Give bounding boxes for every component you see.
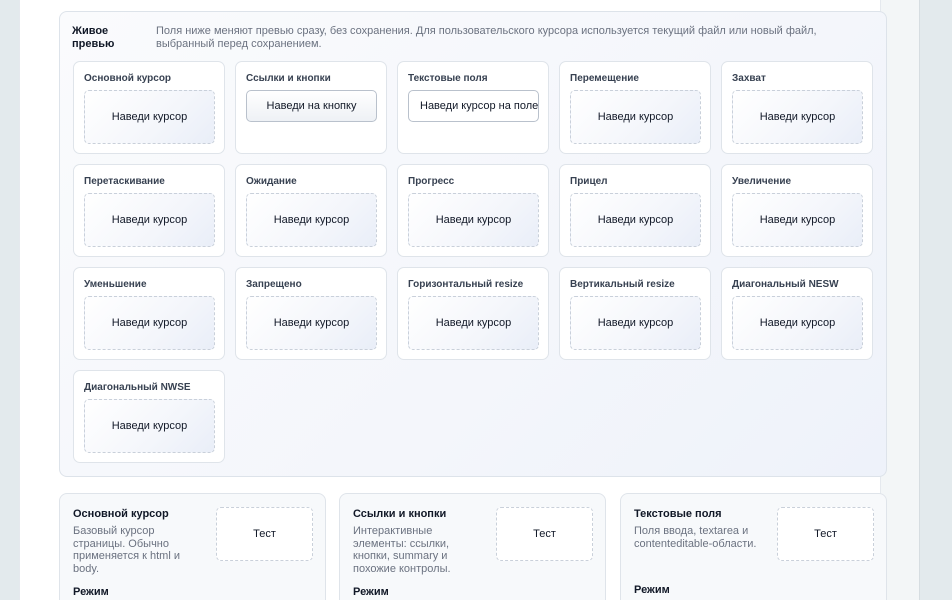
cursor-preview-label: Перетаскивание (84, 176, 165, 187)
cursor-preview-label: Уменьшение (84, 279, 147, 290)
card-description: Базовый курсор страницы. Обычно применяе… (73, 525, 180, 575)
hover-test-zone[interactable]: Наведи курсор (84, 296, 215, 350)
cursor-preview-label: Основной курсор (84, 73, 172, 84)
cursor-preview-label: Перемещение (570, 73, 639, 84)
hover-test-zone[interactable]: Наведи курсор (408, 296, 539, 350)
card-mode-label: Режим (353, 586, 389, 598)
cursor-preview-label: Захват (732, 73, 766, 84)
card-mode-label: Режим (73, 586, 109, 598)
cursor-settings-card: Основной курсор Базовый курсор страницы. … (59, 493, 326, 600)
hover-test-button[interactable]: Наведи на кнопку (246, 90, 377, 122)
cursor-preview-cell: Ссылки и кнопки Наведи на кнопку (235, 61, 387, 154)
cursor-preview-cell: Прицел Наведи курсор (559, 164, 711, 257)
cursor-preview-cell: Диагональный NWSE Наведи курсор (73, 370, 225, 463)
hover-test-zone[interactable]: Наведи курсор (732, 90, 863, 144)
cursor-preview-label: Вертикальный resize (570, 279, 675, 290)
hover-test-zone[interactable]: Наведи курсор (408, 193, 539, 247)
cursor-preview-cell: Захват Наведи курсор (721, 61, 873, 154)
card-title: Текстовые поля (634, 508, 722, 520)
cursor-preview-cell: Вертикальный resize Наведи курсор (559, 267, 711, 360)
cursor-preview-cell: Перетаскивание Наведи курсор (73, 164, 225, 257)
cursor-preview-label: Диагональный NESW (732, 279, 839, 290)
cursor-preview-label: Диагональный NWSE (84, 382, 191, 393)
cursor-preview-cell: Текстовые поля (397, 61, 549, 154)
live-preview-title: Живое превью (72, 25, 115, 50)
cursor-preview-cell: Увеличение Наведи курсор (721, 164, 873, 257)
cursor-preview-label: Горизонтальный resize (408, 279, 524, 290)
cursor-preview-label: Текстовые поля (408, 73, 488, 84)
card-test-zone[interactable]: Тест (496, 507, 593, 561)
cursor-preview-cell: Диагональный NESW Наведи курсор (721, 267, 873, 360)
cursor-preview-cell: Уменьшение Наведи курсор (73, 267, 225, 360)
cursor-preview-label: Ссылки и кнопки (246, 73, 331, 84)
cursor-preview-cell: Горизонтальный resize Наведи курсор (397, 267, 549, 360)
card-title: Ссылки и кнопки (353, 508, 447, 520)
live-preview-description: Поля ниже меняют превью сразу, без сохра… (156, 25, 817, 50)
hover-test-zone[interactable]: Наведи курсор (246, 296, 377, 350)
cursor-settings-card: Текстовые поля Поля ввода, textarea и con… (620, 493, 887, 600)
hover-test-zone[interactable]: Наведи курсор (84, 90, 215, 144)
hover-test-zone[interactable]: Наведи курсор (732, 193, 863, 247)
hover-test-zone[interactable]: Наведи курсор (570, 90, 701, 144)
card-description: Поля ввода, textarea и contenteditable-о… (634, 525, 757, 550)
cursor-preview-label: Увеличение (732, 176, 792, 187)
hover-test-zone[interactable]: Наведи курсор (570, 193, 701, 247)
cursor-preview-label: Прицел (570, 176, 608, 187)
hover-test-zone[interactable]: Наведи курсор (84, 193, 215, 247)
cursor-preview-label: Запрещено (246, 279, 302, 290)
card-test-zone[interactable]: Тест (777, 507, 874, 561)
cursor-settings-card: Ссылки и кнопки Интерактивные элементы: с… (339, 493, 606, 600)
cursor-preview-label: Прогресс (408, 176, 455, 187)
card-mode-label: Режим (634, 584, 670, 596)
hover-test-input[interactable] (408, 90, 539, 122)
live-preview-panel: Живое превью Поля ниже меняют превью сра… (59, 11, 887, 477)
hover-test-zone[interactable]: Наведи курсор (246, 193, 377, 247)
cursor-preview-cell: Прогресс Наведи курсор (397, 164, 549, 257)
cursor-preview-cell: Запрещено Наведи курсор (235, 267, 387, 360)
card-title: Основной курсор (73, 508, 169, 520)
card-description: Интерактивные элементы: ссылки, кнопки, … (353, 525, 451, 575)
cursor-preview-cell: Ожидание Наведи курсор (235, 164, 387, 257)
hover-test-zone[interactable]: Наведи курсор (84, 399, 215, 453)
cursor-preview-label: Ожидание (246, 176, 297, 187)
hover-test-zone[interactable]: Наведи курсор (570, 296, 701, 350)
cursor-preview-cell: Перемещение Наведи курсор (559, 61, 711, 154)
cursor-preview-cell: Основной курсор Наведи курсор (73, 61, 225, 154)
card-test-zone[interactable]: Тест (216, 507, 313, 561)
hover-test-zone[interactable]: Наведи курсор (732, 296, 863, 350)
